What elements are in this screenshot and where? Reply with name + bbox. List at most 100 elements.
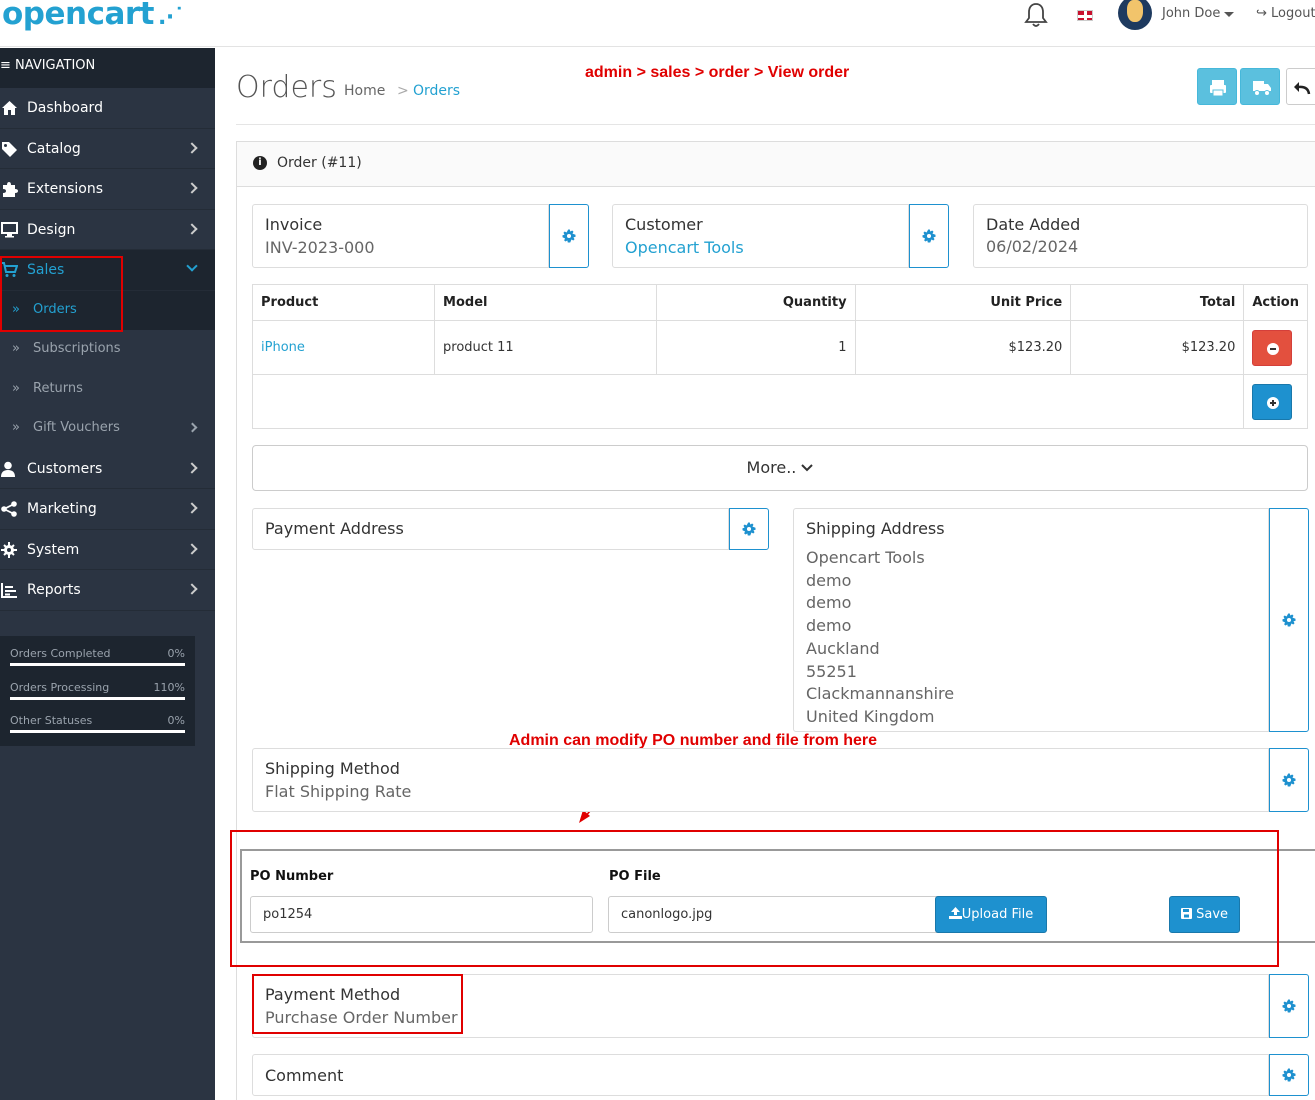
share-icon [1, 501, 17, 517]
menu-icon: ≡ [0, 58, 11, 73]
desktop-icon [1, 221, 18, 237]
top-header: opencart .·˙ John Doe ↪ Logout [0, 0, 1315, 47]
nav-header[interactable]: ≡ NAVIGATION [0, 48, 215, 88]
chevron-right-icon [186, 583, 198, 595]
bell-icon[interactable] [1024, 2, 1048, 28]
table-row-add [251, 374, 1308, 429]
invoice-settings-button[interactable] [549, 204, 589, 268]
double-chevron-icon: » [12, 341, 20, 356]
sidebar-item-system[interactable]: System [0, 530, 215, 570]
sidebar-item-marketing[interactable]: Marketing [0, 489, 215, 530]
customer-label: Customer [625, 215, 703, 234]
progress-bar [10, 730, 185, 733]
gear-icon [562, 229, 576, 243]
chevron-right-icon [186, 182, 198, 194]
sidebar-item-design[interactable]: Design [0, 210, 215, 250]
gear-icon [1282, 1068, 1296, 1082]
col-quantity: Quantity [655, 284, 856, 321]
product-total: $123.20 [1070, 320, 1245, 375]
breadcrumb-home[interactable]: Home [344, 83, 385, 99]
address-line: United Kingdom [806, 706, 935, 726]
products-table: Product Model Quantity Unit Price Total … [251, 284, 1308, 429]
progress-bar [10, 697, 185, 700]
sidebar-item-dashboard[interactable]: Dashboard [0, 88, 215, 129]
sidebar-item-reports[interactable]: Reports [0, 570, 215, 611]
sidebar-subitem-subscriptions[interactable]: » Subscriptions [0, 330, 215, 370]
sidebar: ≡ NAVIGATION Dashboard Catalog Extension… [0, 48, 215, 1100]
col-model: Model [434, 284, 657, 321]
print-shipping-button[interactable] [1240, 68, 1280, 105]
sidebar-item-catalog[interactable]: Catalog [0, 129, 215, 169]
gear-icon [1282, 613, 1296, 627]
more-toggle-button[interactable]: More.. [252, 445, 1308, 491]
panel-heading: i Order (#11) [237, 142, 1315, 187]
print-icon [1210, 80, 1226, 97]
chevron-right-icon [186, 542, 198, 555]
puzzle-icon [3, 182, 18, 197]
logout-link[interactable]: ↪ Logout [1256, 6, 1315, 21]
shipping-method-settings-button[interactable] [1269, 748, 1309, 812]
address-line: demo [806, 616, 852, 636]
invoice-value: INV-2023-000 [265, 238, 375, 257]
customer-link[interactable]: Opencart Tools [625, 238, 744, 257]
page-title: Orders [236, 70, 337, 105]
address-line: 55251 [806, 661, 857, 681]
payment-address-settings-button[interactable] [729, 508, 769, 550]
avatar[interactable] [1118, 0, 1152, 30]
col-action: Action [1243, 284, 1308, 321]
annotation-highlight-sales [0, 256, 123, 332]
sidebar-item-extensions[interactable]: Extensions [0, 169, 215, 210]
annotation-highlight-po [230, 830, 1279, 967]
comment-settings-button[interactable] [1269, 1054, 1309, 1096]
reply-icon [1294, 82, 1311, 95]
gear-icon [742, 522, 756, 536]
back-button[interactable] [1286, 68, 1315, 105]
print-invoice-button[interactable] [1197, 68, 1237, 105]
comment-label: Comment [265, 1066, 344, 1085]
chevron-right-icon [186, 222, 198, 235]
gear-icon [1282, 773, 1296, 787]
add-product-button[interactable] [1252, 383, 1293, 420]
address-line: demo [806, 570, 852, 590]
date-added-box: Date Added 06/02/2024 [973, 204, 1308, 268]
customer-box: Customer Opencart Tools [612, 204, 909, 268]
shipping-address-settings-button[interactable] [1269, 508, 1309, 732]
product-model: product 11 [434, 320, 657, 375]
comment-box: Comment [252, 1054, 1269, 1096]
chevron-right-icon [186, 502, 198, 514]
opencart-logo[interactable]: opencart .·˙ [2, 0, 185, 32]
chevron-down-icon[interactable] [1224, 12, 1234, 17]
breadcrumb-orders[interactable]: Orders [413, 83, 460, 99]
payment-address-label: Payment Address [265, 519, 404, 538]
sidebar-subitem-gift-vouchers[interactable]: » Gift Vouchers [0, 409, 215, 449]
minus-circle-icon [1267, 342, 1280, 355]
bar-chart-icon [1, 583, 17, 598]
chevron-right-icon [186, 141, 198, 154]
shipping-method-value: Flat Shipping Rate [265, 782, 412, 801]
address-line: Auckland [806, 638, 880, 658]
address-line: Clackmannanshire [806, 684, 955, 704]
sidebar-item-customers[interactable]: Customers [0, 449, 215, 489]
shipping-address-lines: Opencart Tools demo demo demo Auckland 5… [806, 547, 954, 729]
table-header-row: Product Model Quantity Unit Price Total … [251, 284, 1308, 321]
invoice-label: Invoice [265, 215, 323, 234]
divider [236, 124, 1315, 125]
col-product: Product [251, 284, 436, 321]
uk-flag-icon[interactable] [1077, 10, 1093, 21]
gear-icon [1, 541, 17, 558]
shipping-method-box: Shipping Method Flat Shipping Rate [252, 748, 1269, 812]
gear-icon [1282, 999, 1296, 1013]
product-link[interactable]: iPhone [261, 340, 305, 355]
remove-product-button[interactable] [1252, 329, 1293, 366]
date-added-label: Date Added [986, 215, 1081, 234]
col-total: Total [1070, 284, 1245, 321]
address-line: Opencart Tools [806, 548, 925, 567]
shipping-method-label: Shipping Method [265, 759, 400, 778]
stat-orders-processing: Orders Processing 110% [10, 681, 185, 700]
sidebar-subitem-returns[interactable]: » Returns [0, 369, 215, 409]
customer-settings-button[interactable] [909, 204, 949, 268]
payment-method-settings-button[interactable] [1269, 974, 1309, 1038]
shipping-address-label: Shipping Address [806, 519, 945, 538]
breadcrumb-separator: > [397, 83, 409, 99]
user-name[interactable]: John Doe [1162, 6, 1220, 21]
